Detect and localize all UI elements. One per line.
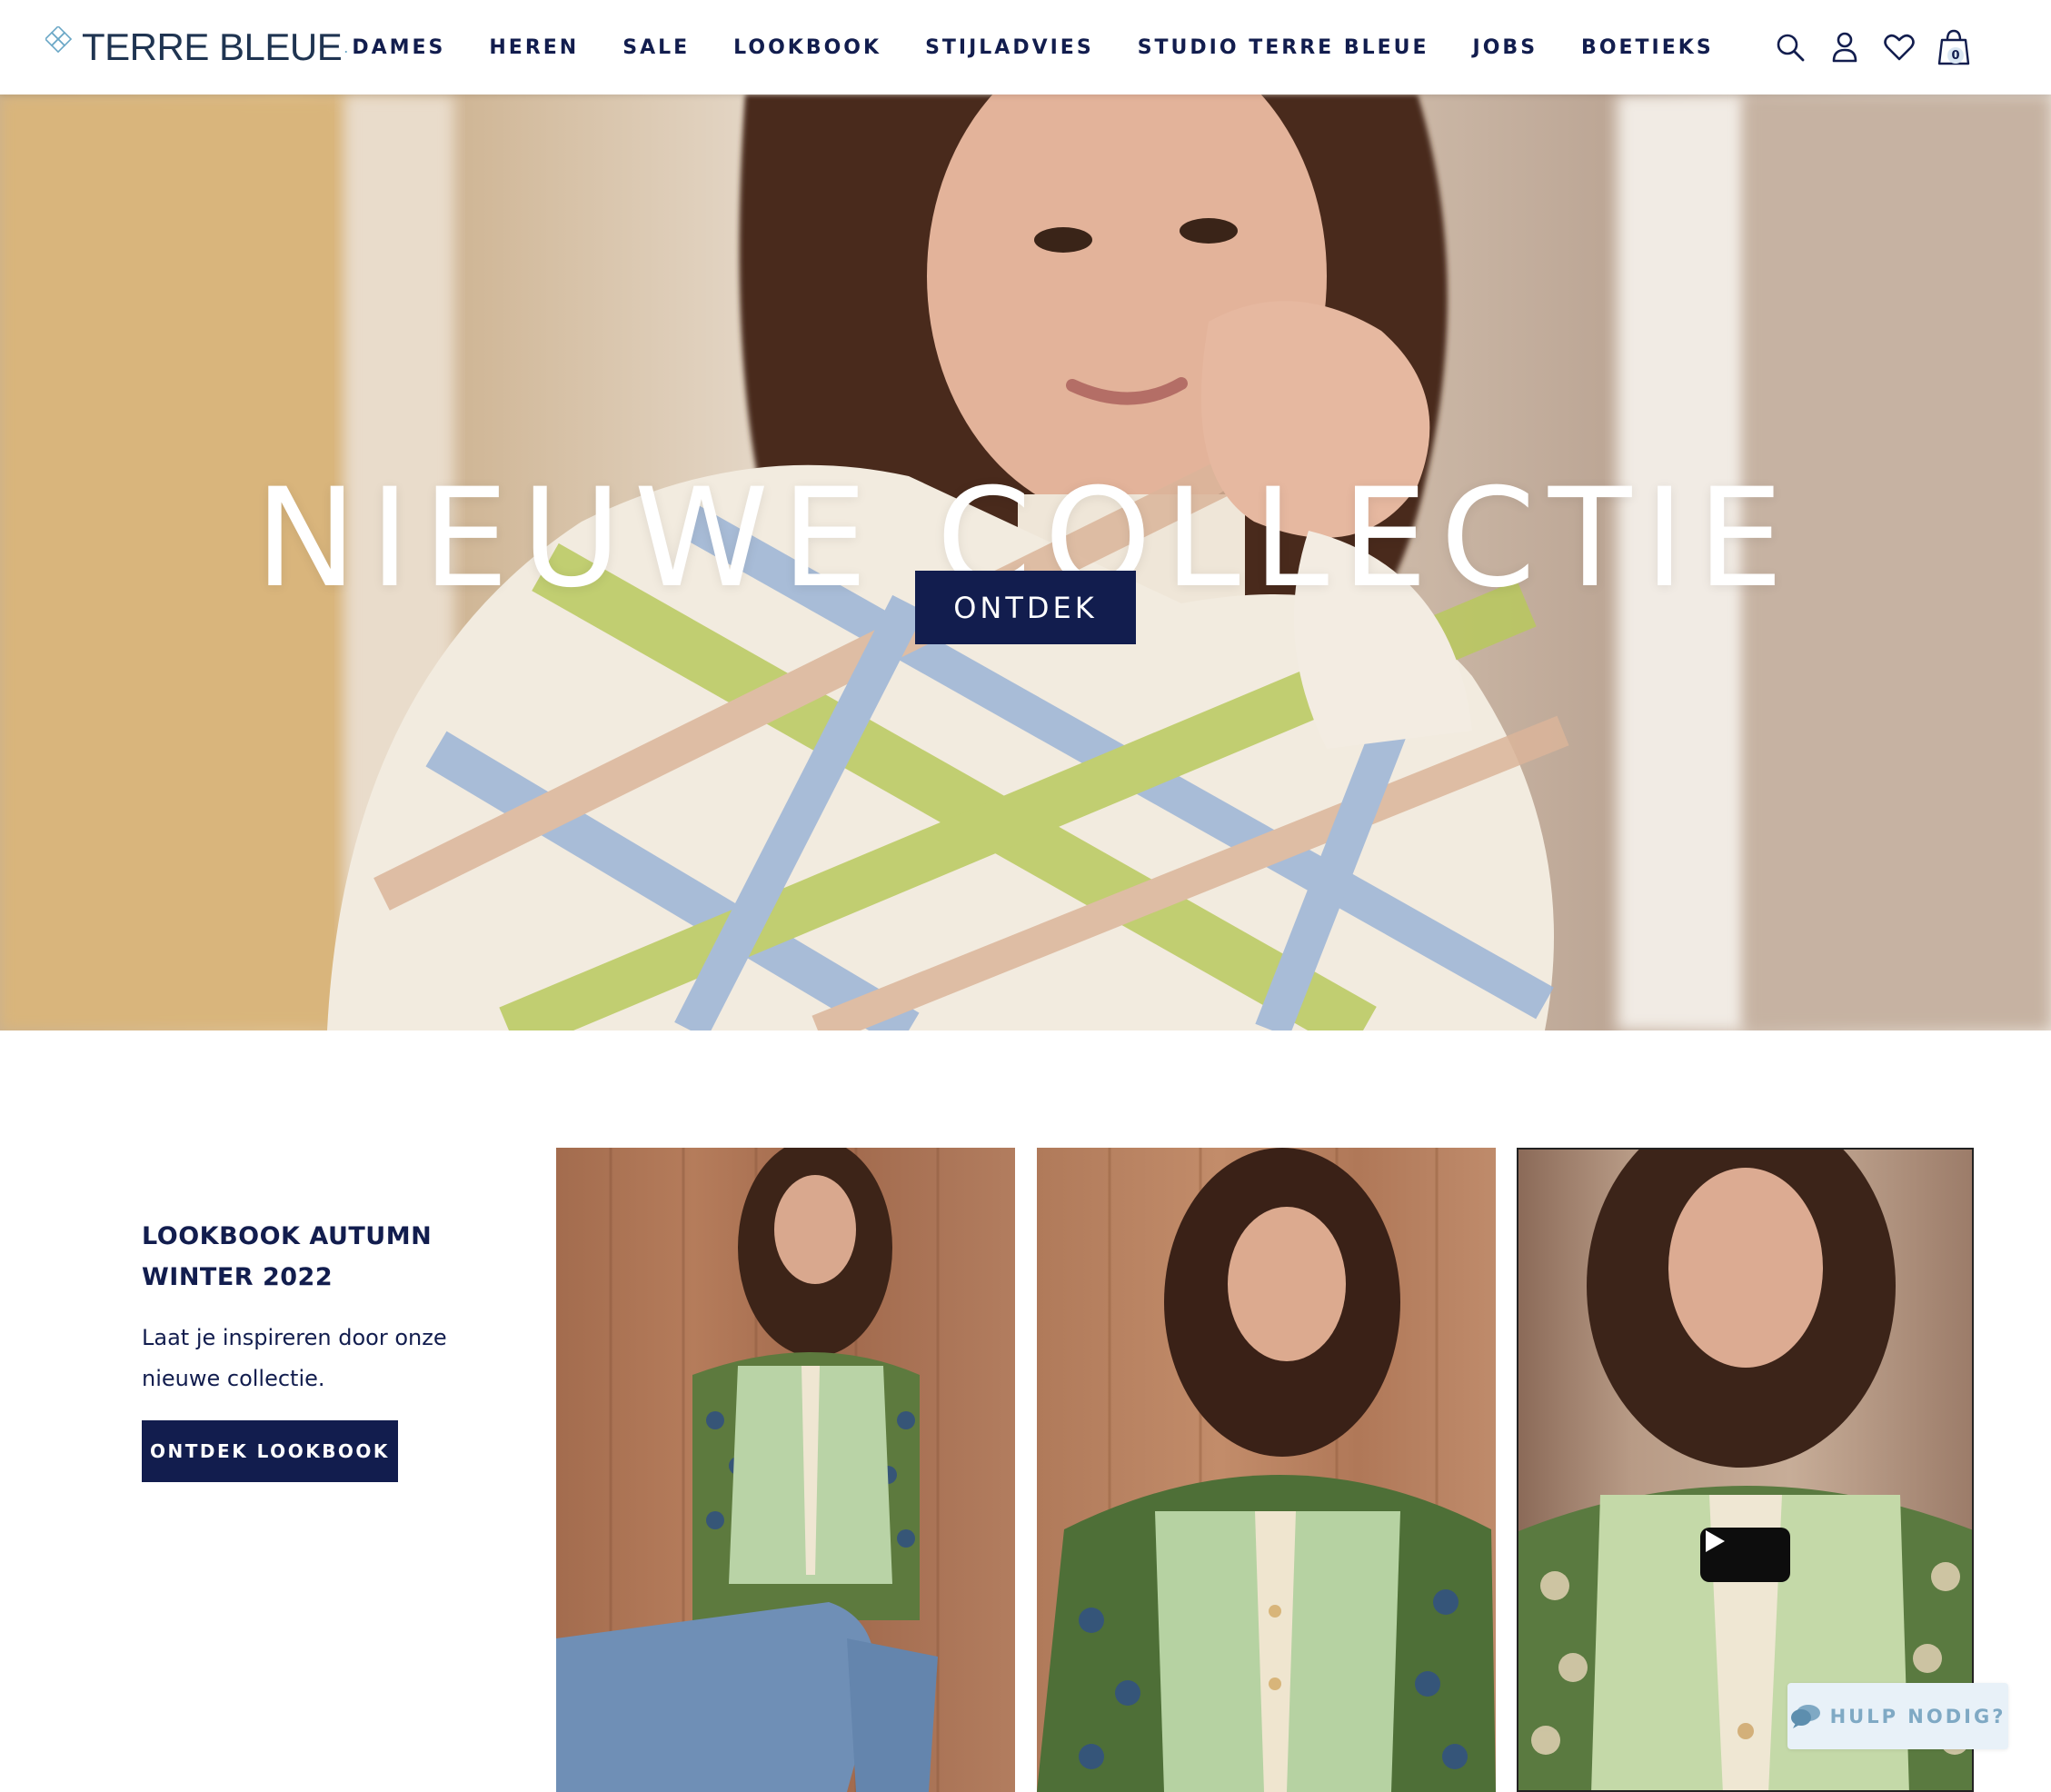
help-widget-button[interactable]: HULP NODIG? — [1787, 1683, 2008, 1749]
help-label: HULP NODIG? — [1829, 1705, 2006, 1727]
nav-item-dames[interactable]: DAMES — [330, 36, 467, 59]
lookbook-photo-portrait — [1037, 1148, 1496, 1792]
brand-name: TERRE BLEUE — [82, 25, 343, 68]
nav-item-heren[interactable]: HEREN — [467, 36, 601, 59]
wishlist-button[interactable] — [1882, 29, 1917, 65]
nav-item-lookbook[interactable]: LOOKBOOK — [712, 36, 903, 59]
account-button[interactable] — [1827, 29, 1862, 65]
chat-icon — [1790, 1704, 1820, 1728]
hero-discover-button[interactable]: ONTDEK — [915, 571, 1136, 644]
header-icons: 0 — [1773, 29, 1971, 65]
video-play-button[interactable] — [1700, 1528, 1790, 1582]
nav-item-jobs[interactable]: JOBS — [1451, 36, 1560, 59]
cart-button[interactable]: 0 — [1937, 29, 1971, 65]
user-icon — [1832, 32, 1857, 63]
brand-logo[interactable]: TERRE BLEUE . — [45, 20, 348, 75]
nav-item-sale[interactable]: SALE — [601, 36, 712, 59]
heart-icon — [1884, 34, 1915, 61]
lookbook-image-1[interactable] — [556, 1148, 1015, 1792]
lookbook-title: LOOKBOOK AUTUMN WINTER 2022 — [142, 1222, 433, 1291]
lookbook-description: Laat je inspireren door onze nieuwe coll… — [142, 1325, 447, 1391]
discover-lookbook-button[interactable]: ONTDEK LOOKBOOK — [142, 1420, 398, 1482]
play-icon — [1706, 1530, 1725, 1552]
site-header: TERRE BLEUE . DAMES HEREN SALE LOOKBOOK … — [0, 0, 2051, 95]
logo-mark-icon — [45, 26, 73, 54]
hero-banner[interactable]: NIEUWE COLLECTIE ONTDEK — [0, 95, 2051, 1030]
search-icon — [1777, 34, 1805, 62]
nav-item-boetieks[interactable]: BOETIEKS — [1559, 36, 1736, 59]
lookbook-image-2[interactable] — [1037, 1148, 1496, 1792]
cart-count-badge: 0 — [1947, 47, 1964, 64]
nav-item-stijladvies[interactable]: STIJLADVIES — [903, 36, 1116, 59]
nav-item-studio-terre-bleue[interactable]: STUDIO TERRE BLEUE — [1116, 36, 1451, 59]
search-button[interactable] — [1773, 29, 1807, 65]
lookbook-photo-seated — [556, 1148, 940, 1792]
